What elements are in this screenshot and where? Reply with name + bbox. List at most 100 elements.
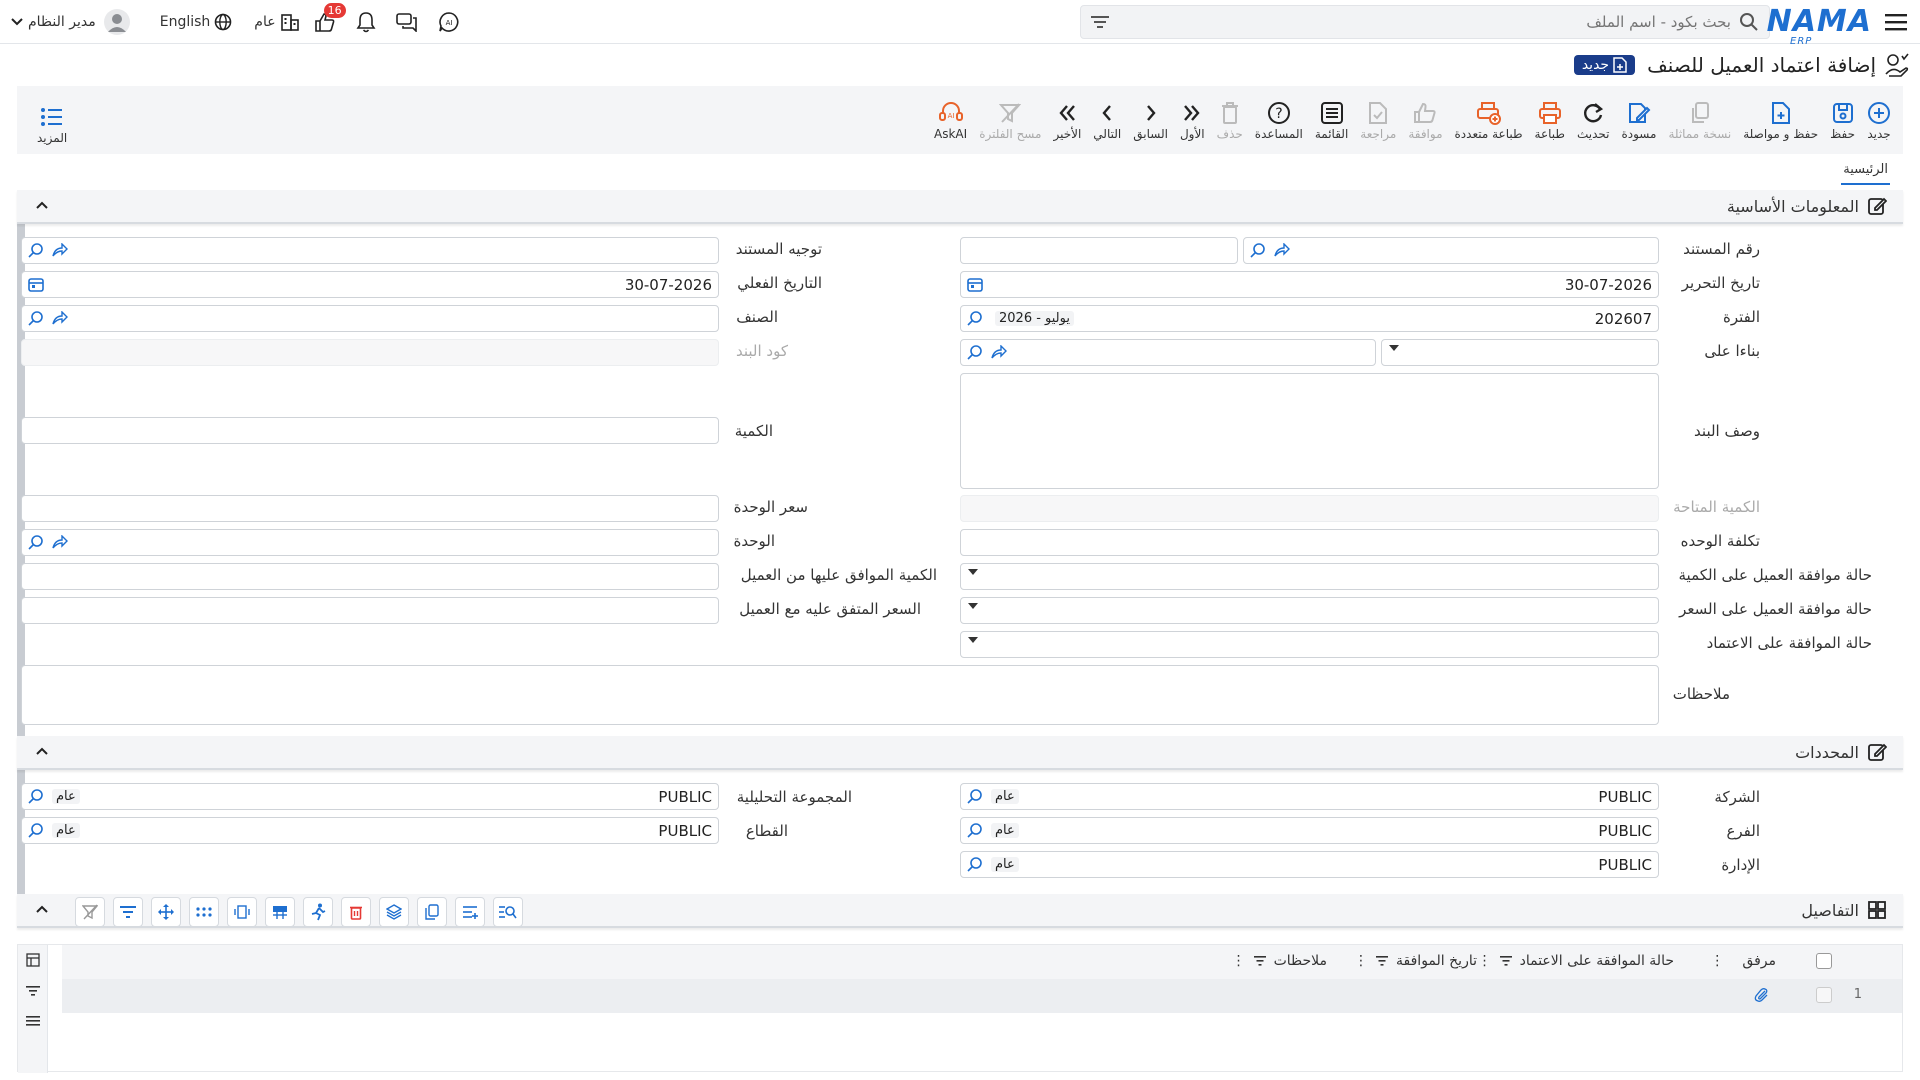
column-notes[interactable]: ملاحظات ⋮: [1232, 953, 1327, 969]
share-arrow-icon: [52, 535, 68, 549]
item-desc-textarea[interactable]: [960, 373, 1659, 489]
filter-lines-icon[interactable]: [25, 985, 40, 997]
filter-icon[interactable]: [1091, 15, 1109, 29]
nama-logo[interactable]: NAMA ERP: [1767, 4, 1872, 47]
previous-record-button[interactable]: السابق: [1127, 90, 1174, 150]
quantity-field[interactable]: [21, 417, 719, 444]
filter-grid-button[interactable]: [113, 897, 143, 927]
period-field[interactable]: 202607 2026 - يوليو: [960, 305, 1659, 332]
move-grid-button[interactable]: [151, 897, 181, 927]
notes-textarea[interactable]: [21, 665, 1659, 725]
share-arrow-icon: [52, 243, 68, 257]
approval-status-select[interactable]: [960, 631, 1659, 658]
edit-date-field[interactable]: 30-07-2026: [960, 271, 1659, 298]
run-grid-button[interactable]: [303, 897, 333, 927]
chat-icon: [395, 13, 417, 32]
table-row[interactable]: 1: [62, 979, 1902, 1013]
department-label: الإدارة: [1721, 856, 1760, 874]
sector-field[interactable]: PUBLIC عام: [21, 817, 719, 844]
review-button[interactable]: مراجعة: [1354, 90, 1402, 150]
actual-date-field[interactable]: 30-07-2026: [21, 271, 719, 298]
details-toolbar: [75, 897, 523, 927]
save-button[interactable]: حفظ: [1824, 90, 1861, 150]
copy-icon: [1691, 102, 1709, 123]
new-button[interactable]: جديد: [1861, 90, 1897, 150]
messages-button[interactable]: [395, 12, 418, 32]
column-menu-icon[interactable]: ⋮: [1478, 953, 1492, 969]
search-grid-button[interactable]: [493, 897, 523, 927]
grid-icon: [1868, 901, 1886, 919]
row-checkbox[interactable]: [1816, 987, 1832, 1003]
unit-field[interactable]: [21, 529, 719, 556]
layers-grid-button[interactable]: [379, 897, 409, 927]
table-settings-icon[interactable]: [25, 953, 40, 967]
duplicate-button[interactable]: نسخة مماثلة: [1662, 90, 1737, 150]
analytic-group-field[interactable]: PUBLIC عام: [21, 783, 719, 810]
search-input[interactable]: [1109, 12, 1739, 31]
search-refresh-icon: [967, 345, 982, 360]
delete-row-button[interactable]: [341, 897, 371, 927]
column-approval-date[interactable]: تاريخ الموافقة ⋮: [1354, 953, 1477, 969]
delete-button[interactable]: حذف: [1211, 90, 1249, 150]
search-icon[interactable]: [1739, 12, 1759, 32]
dots-grid-button[interactable]: [189, 897, 219, 927]
print-button[interactable]: طباعة: [1529, 90, 1571, 150]
attachment-cell[interactable]: [1754, 987, 1770, 1003]
unit-cost-field[interactable]: [960, 529, 1659, 556]
notifications-button[interactable]: [356, 11, 376, 33]
multi-print-button[interactable]: طباعة متعددة: [1449, 90, 1529, 150]
based-on-field[interactable]: [960, 339, 1376, 366]
scope-switch[interactable]: عام: [254, 12, 299, 32]
clear-filter-button[interactable]: مسح الفلترة: [973, 90, 1047, 150]
column-attachment[interactable]: مرفق ⋮: [1710, 953, 1776, 969]
sector-label: القطاع: [745, 822, 788, 840]
customer-agreed-qty-field[interactable]: [21, 563, 719, 590]
available-qty-field: [960, 495, 1659, 522]
menu-button[interactable]: [1878, 0, 1914, 44]
refresh-button[interactable]: تحديث: [1571, 90, 1616, 150]
last-record-button[interactable]: الأخير: [1047, 90, 1087, 150]
item-field[interactable]: [21, 305, 719, 332]
based-on-select[interactable]: [1381, 339, 1659, 366]
chevron-double-right-icon: [1184, 105, 1200, 121]
column-approval-status[interactable]: حالة الموافقة على الاعتماد ⋮: [1478, 953, 1674, 969]
user-menu[interactable]: مدير النظام: [10, 9, 130, 35]
company-field[interactable]: PUBLIC عام: [960, 783, 1659, 810]
doc-number-extra-field[interactable]: [960, 237, 1238, 264]
customer-agreed-price-field[interactable]: [21, 597, 719, 624]
list-plus-button[interactable]: [455, 897, 485, 927]
unit-price-label: سعر الوحدة: [733, 498, 808, 516]
doc-direction-field[interactable]: [21, 237, 719, 264]
section-basic-info[interactable]: المعلومات الأساسية: [17, 190, 1903, 224]
more-button[interactable]: المزيد: [31, 94, 73, 154]
price-approval-status-select[interactable]: [960, 597, 1659, 624]
section-determinants[interactable]: المحددات: [17, 736, 1903, 770]
first-record-button[interactable]: الأول: [1174, 90, 1211, 150]
copy-row-button[interactable]: [417, 897, 447, 927]
column-menu-icon[interactable]: ⋮: [1232, 953, 1246, 969]
select-all-checkbox[interactable]: [1816, 953, 1832, 969]
help-button[interactable]: ? المساعدة: [1249, 90, 1309, 150]
save-and-continue-button[interactable]: حفظ و مواصلة: [1737, 90, 1824, 150]
avatar-icon: [103, 9, 130, 35]
list-button[interactable]: القائمة: [1309, 90, 1354, 150]
column-menu-icon[interactable]: ⋮: [1354, 953, 1368, 969]
approvals-button[interactable]: 16: [314, 3, 346, 32]
table-grid-button[interactable]: [265, 897, 295, 927]
language-switch[interactable]: English: [160, 13, 233, 31]
branch-field[interactable]: PUBLIC عام: [960, 817, 1659, 844]
approve-button[interactable]: موافقة: [1402, 90, 1448, 150]
clear-filter-grid-button[interactable]: [75, 897, 105, 927]
column-menu-icon[interactable]: ⋮: [1710, 953, 1724, 969]
qty-approval-status-select[interactable]: [960, 563, 1659, 590]
draft-button[interactable]: مسودة: [1615, 90, 1662, 150]
department-field[interactable]: PUBLIC عام: [960, 851, 1659, 878]
ai-assistant-button[interactable]: AI: [438, 11, 460, 33]
next-record-button[interactable]: التالي: [1087, 90, 1127, 150]
ask-ai-button[interactable]: AI AskAI: [928, 90, 973, 150]
tab-main[interactable]: الرئيسية: [1841, 160, 1890, 185]
columns-grid-button[interactable]: [227, 897, 257, 927]
menu-lines-icon[interactable]: [25, 1015, 40, 1027]
unit-price-field[interactable]: [21, 495, 719, 522]
doc-number-field[interactable]: [1243, 237, 1659, 264]
